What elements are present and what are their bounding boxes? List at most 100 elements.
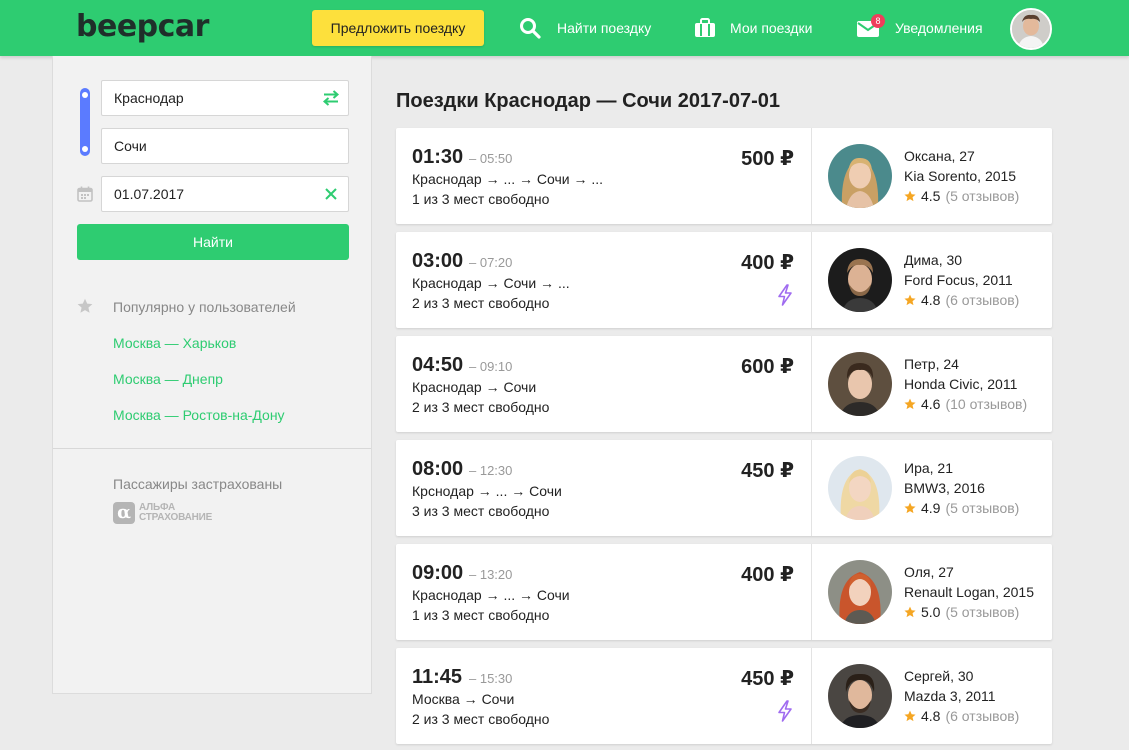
seats-available: 2 из 3 мест свободно <box>412 399 550 415</box>
insurance-label: Пассажиры застрахованы <box>113 476 283 492</box>
trip-card[interactable]: 08:00 – 12:30 Крснодар → ... → Сочи 3 из… <box>396 440 1052 536</box>
nav-my-trips[interactable]: Мои поездки <box>694 16 812 40</box>
arrival-time: – 07:20 <box>469 255 513 270</box>
driver-name: Оксана, 27 <box>904 148 975 164</box>
trip-route: Краснодар → ... → Сочи <box>412 587 570 603</box>
nav-find-trip[interactable]: Найти поездку <box>519 16 651 40</box>
card-divider <box>811 128 812 224</box>
driver-photo <box>828 664 892 728</box>
find-button[interactable]: Найти <box>77 224 349 260</box>
alfa-logo-line-2: СТРАХОВАНИЕ <box>139 512 213 523</box>
trip-card[interactable]: 09:00 – 13:20 Краснодар → ... → Сочи 1 и… <box>396 544 1052 640</box>
clear-date-icon[interactable] <box>324 187 338 201</box>
seats-available: 2 из 3 мест свободно <box>412 711 550 727</box>
rating-star-icon <box>904 190 916 202</box>
rating-star-icon <box>904 502 916 514</box>
driver-photo <box>828 248 892 312</box>
arrival-time: – 15:30 <box>469 671 513 686</box>
rating-value: 4.8 <box>921 708 941 724</box>
suitcase-icon <box>695 18 715 37</box>
from-city-field[interactable]: Краснодар <box>101 80 349 116</box>
star-icon <box>77 298 93 313</box>
swap-icon[interactable] <box>322 90 340 106</box>
driver-avatar[interactable] <box>828 456 892 520</box>
rating-star-icon <box>904 294 916 306</box>
driver-avatar[interactable] <box>828 560 892 624</box>
driver-photo <box>828 352 892 416</box>
driver-rating: 4.9 (5 отзывов) <box>904 500 1019 516</box>
date-value: 01.07.2017 <box>114 186 185 202</box>
trip-price: 500 ₽ <box>741 148 794 170</box>
alfa-logo-text: АЛЬФА СТРАХОВАНИЕ <box>139 503 212 523</box>
from-city-value: Краснодар <box>114 90 184 106</box>
trip-card[interactable]: 11:45 – 15:30 Москва → Сочи 2 из 3 мест … <box>396 648 1052 744</box>
review-count[interactable]: (5 отзывов) <box>945 604 1019 620</box>
driver-name: Ира, 21 <box>904 460 953 476</box>
user-avatar[interactable] <box>1010 8 1052 50</box>
driver-car: Renault Logan, 2015 <box>904 584 1034 600</box>
rating-star-icon <box>904 398 916 410</box>
trip-route: Крснодар → ... → Сочи <box>412 483 562 499</box>
route-end-dot <box>82 146 88 152</box>
to-city-field[interactable]: Сочи <box>101 128 349 164</box>
rating-value: 4.9 <box>921 500 941 516</box>
trip-route: Краснодар → Сочи → ... <box>412 275 570 291</box>
popular-route-link[interactable]: Москва — Ростов-на-Дону <box>113 407 285 423</box>
departure-time: 01:30 <box>412 146 464 168</box>
trip-card[interactable]: 03:00 – 07:20 Краснодар → Сочи → ... 2 и… <box>396 232 1052 328</box>
trip-price: 400 ₽ <box>741 564 794 586</box>
search-icon <box>520 18 541 39</box>
popular-route-link[interactable]: Москва — Харьков <box>113 335 236 351</box>
review-count[interactable]: (6 отзывов) <box>945 292 1019 308</box>
trip-route: Москва → Сочи <box>412 691 515 707</box>
sidebar-divider <box>53 448 371 449</box>
arrival-time: – 05:50 <box>469 151 513 166</box>
rating-value: 4.6 <box>921 396 941 412</box>
nav-notifications[interactable]: 8 Уведомления <box>857 14 983 40</box>
alfa-insurance-logo: α АЛЬФА СТРАХОВАНИЕ <box>113 502 212 524</box>
review-count[interactable]: (6 отзывов) <box>945 708 1019 724</box>
card-divider <box>811 544 812 640</box>
offer-trip-button[interactable]: Предложить поездку <box>312 10 484 46</box>
rating-value: 4.8 <box>921 292 941 308</box>
driver-avatar[interactable] <box>828 248 892 312</box>
trip-card[interactable]: 04:50 – 09:10 Краснодар → Сочи 2 из 3 ме… <box>396 336 1052 432</box>
trip-price: 400 ₽ <box>741 252 794 274</box>
review-count[interactable]: (5 отзывов) <box>945 500 1019 516</box>
card-divider <box>811 336 812 432</box>
driver-name: Оля, 27 <box>904 564 954 580</box>
arrival-time: – 13:20 <box>469 567 513 582</box>
calendar-icon <box>77 186 93 202</box>
departure-time: 08:00 <box>412 458 464 480</box>
nav-find-trip-label: Найти поездку <box>557 20 652 36</box>
rating-star-icon <box>904 606 916 618</box>
popular-route-link[interactable]: Москва — Днепр <box>113 371 223 387</box>
driver-name: Сергей, 30 <box>904 668 974 684</box>
seats-available: 1 из 3 мест свободно <box>412 607 550 623</box>
driver-rating: 5.0 (5 отзывов) <box>904 604 1019 620</box>
trip-route: Краснодар → Сочи <box>412 379 537 395</box>
seats-available: 3 из 3 мест свободно <box>412 503 550 519</box>
review-count[interactable]: (5 отзывов) <box>945 188 1019 204</box>
driver-car: Ford Focus, 2011 <box>904 272 1013 288</box>
driver-car: BMW3, 2016 <box>904 480 985 496</box>
card-divider <box>811 440 812 536</box>
driver-car: Mazda 3, 2011 <box>904 688 996 704</box>
date-field[interactable]: 01.07.2017 <box>101 176 349 212</box>
driver-avatar[interactable] <box>828 664 892 728</box>
search-sidebar: Краснодар Сочи 01.07.2017 Найти Популярн… <box>52 56 372 694</box>
driver-rating: 4.6 (10 отзывов) <box>904 396 1027 412</box>
card-divider <box>811 232 812 328</box>
driver-avatar[interactable] <box>828 352 892 416</box>
driver-rating: 4.5 (5 отзывов) <box>904 188 1019 204</box>
driver-avatar[interactable] <box>828 144 892 208</box>
beepcar-logo[interactable]: beepcar <box>76 10 209 44</box>
review-count[interactable]: (10 отзывов) <box>945 396 1027 412</box>
to-city-value: Сочи <box>114 138 147 154</box>
departure-time: 03:00 <box>412 250 464 272</box>
rating-value: 5.0 <box>921 604 941 620</box>
driver-name: Петр, 24 <box>904 356 959 372</box>
popular-routes-title: Популярно у пользователей <box>113 299 296 315</box>
notifications-count-badge: 8 <box>871 14 885 28</box>
trip-card[interactable]: 01:30 – 05:50 Краснодар → ... → Сочи → .… <box>396 128 1052 224</box>
